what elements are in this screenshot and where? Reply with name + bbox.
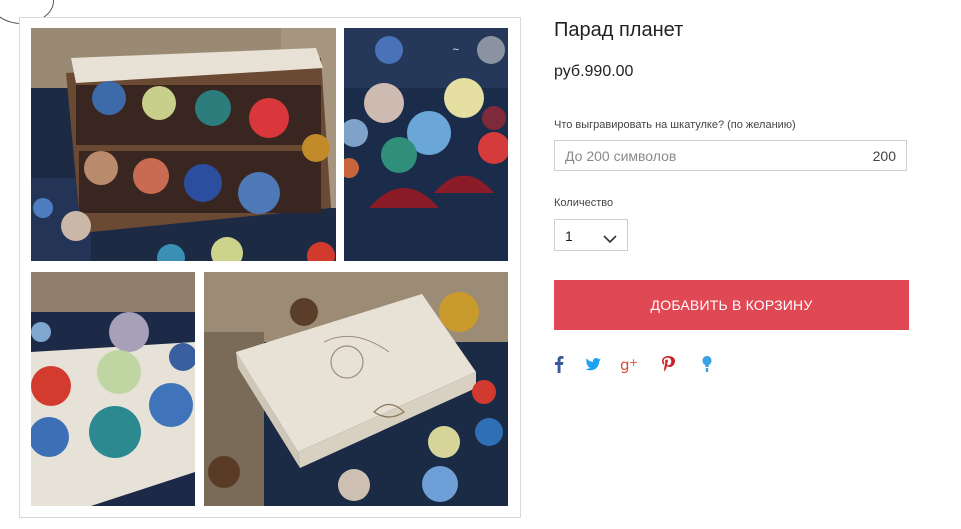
quantity-value: 1 (565, 228, 573, 244)
gallery-photo-box[interactable] (31, 28, 336, 261)
product-title: Парад планет (554, 19, 684, 41)
candy-box-image (31, 28, 336, 261)
engraving-label: Что выгравировать на шкатулке? (по желан… (554, 119, 796, 131)
add-to-cart-button[interactable]: ДОБАВИТЬ В КОРЗИНУ (554, 280, 909, 330)
product-price: руб.990.00 (554, 63, 633, 81)
gallery-photo-insert[interactable] (31, 272, 195, 506)
svg-text:~: ~ (452, 45, 460, 55)
price-amount: 990.00 (584, 63, 634, 80)
chevron-down-icon (603, 231, 617, 249)
gallery-photo-closeup[interactable]: ~ (344, 28, 508, 261)
twitter-icon[interactable] (584, 354, 602, 376)
quantity-label: Количество (554, 197, 614, 209)
google-plus-icon[interactable]: g + (620, 354, 640, 376)
engraving-char-counter: 200 (872, 148, 896, 164)
product-gallery: ~ (19, 17, 521, 518)
engraving-field: 200 (554, 140, 907, 171)
engraving-input[interactable] (555, 141, 865, 170)
svg-text:+: + (629, 356, 638, 369)
engraved-box-image (204, 272, 508, 506)
gallery-photo-engraved-box[interactable] (204, 272, 508, 506)
candy-insert-image (31, 272, 195, 506)
pinterest-icon[interactable] (660, 354, 676, 376)
facebook-icon[interactable] (554, 354, 564, 376)
quantity-select[interactable]: 1 (554, 219, 628, 251)
candy-closeup-image: ~ (344, 28, 508, 261)
tumblr-icon[interactable] (700, 354, 714, 376)
price-currency: руб. (554, 63, 585, 80)
